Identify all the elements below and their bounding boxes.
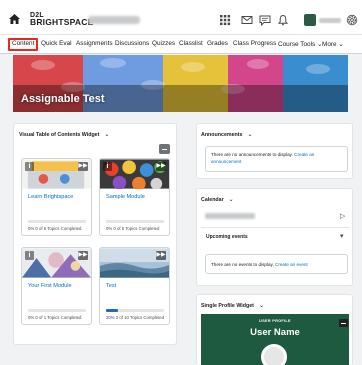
progress-bar (28, 309, 86, 312)
progress-text: 20% 2 of 10 Topics Completed (106, 315, 165, 320)
module-card-learn-brightspace[interactable]: i ▶▶ Learn Brightspace 0% 0 of 6 Topics … (21, 158, 92, 236)
profile-menu-button[interactable] (339, 319, 348, 327)
info-icon[interactable]: i (103, 162, 112, 171)
chevron-down-icon[interactable]: ⌄ (104, 131, 109, 138)
fast-forward-icon[interactable]: ▶▶ (156, 162, 166, 171)
profile-user-name: User Name (250, 327, 300, 338)
announcements-empty-text: There are no announcements to display. (211, 152, 293, 157)
home-icon[interactable] (9, 14, 20, 24)
profile-widget-title[interactable]: Single Profile Widget ⌄ (201, 302, 264, 309)
card-title[interactable]: Your First Module (28, 283, 72, 289)
calendar-title[interactable]: Calendar ⌄ (201, 196, 234, 203)
nav-discussions[interactable]: Discussions (115, 40, 149, 47)
grid-icon[interactable] (219, 14, 231, 26)
announcements-title[interactable]: Announcements ⌄ (201, 131, 253, 138)
logo-line-2: BRIGHTSPACE (30, 17, 94, 27)
profile-label: USER PROFILE (259, 319, 291, 323)
nav-course-tools[interactable]: Course Tools ⌄ (278, 40, 322, 48)
course-name-blurred[interactable] (88, 16, 140, 24)
chat-icon[interactable] (259, 14, 271, 26)
fast-forward-icon[interactable]: ▶▶ (78, 162, 88, 171)
upcoming-events-title[interactable]: Upcoming events (206, 234, 248, 240)
nav-quick-eval[interactable]: Quick Eval (41, 40, 72, 47)
progress-bar (28, 220, 86, 223)
announcements-message: There are no announcements to display. C… (211, 151, 342, 165)
card-title[interactable]: Sample Module (106, 194, 145, 200)
profile-widget: Single Profile Widget ⌄ USER PROFILE User… (196, 294, 353, 365)
course-nav-bar: Content Quick Eval Assignments Discussio… (0, 34, 362, 54)
progress-fill (106, 309, 118, 312)
brightspace-logo[interactable]: D2L BRIGHTSPACE (30, 12, 93, 26)
chevron-down-icon[interactable]: ⌄ (259, 302, 264, 309)
announcements-title-text: Announcements (201, 132, 243, 138)
nav-more[interactable]: More ⌄ (322, 40, 344, 48)
toc-widget: Visual Table of Contents Widget ⌄ i ▶▶ Le… (13, 123, 177, 345)
gear-icon[interactable] (346, 14, 358, 26)
progress-text: 0% 0 of 5 Topics Completed (106, 226, 160, 231)
toc-widget-title-text: Visual Table of Contents Widget (19, 132, 100, 138)
bell-icon[interactable] (277, 14, 289, 26)
chevron-down-icon[interactable]: ⌄ (248, 131, 253, 138)
chevron-right-icon[interactable]: ▷ (340, 212, 345, 220)
info-icon[interactable]: i (25, 251, 34, 260)
course-banner: Assignable Test (13, 55, 348, 112)
page-title: Assignable Test (21, 93, 105, 105)
calendar-widget: Calendar ⌄ ▷ Upcoming events ▾ There are … (196, 188, 353, 286)
minimize-widget-button[interactable] (159, 144, 170, 154)
profile-avatar (261, 344, 287, 365)
nav-classlist[interactable]: Classlist (179, 40, 203, 47)
username-blurred[interactable] (319, 18, 341, 23)
info-icon[interactable]: i (25, 162, 34, 171)
toc-widget-title[interactable]: Visual Table of Contents Widget ⌄ (19, 131, 109, 138)
progress-text: 0% 0 of 6 Topics Completed (28, 226, 82, 231)
progress-bar (106, 220, 164, 223)
divider (201, 227, 350, 228)
module-card-sample-module[interactable]: i ▶▶ Sample Module 0% 0 of 5 Topics Comp… (99, 158, 170, 236)
events-empty-text: There are no events to display. (211, 262, 274, 267)
active-tab-highlight (8, 38, 38, 51)
nav-assignments[interactable]: Assignments (76, 40, 113, 47)
profile-widget-title-text: Single Profile Widget (201, 303, 254, 309)
module-card-test[interactable]: ▶▶ Test 20% 2 of 10 Topics Completed (99, 247, 170, 325)
avatar[interactable] (304, 14, 316, 26)
card-title[interactable]: Learn Brightspace (28, 194, 73, 200)
nav-class-progress[interactable]: Class Progress (233, 40, 276, 47)
events-message-box: There are no events to display. Create a… (205, 254, 348, 274)
mail-icon[interactable] (241, 14, 253, 26)
announcements-widget: Announcements ⌄ There are no announcement… (196, 123, 353, 179)
fast-forward-icon[interactable]: ▶▶ (78, 251, 88, 260)
nav-grades[interactable]: Grades (207, 40, 228, 47)
nav-quizzes[interactable]: Quizzes (152, 40, 175, 47)
module-card-your-first-module[interactable]: i ▶▶ Your First Module 0% 0 of 1 Topics … (21, 247, 92, 325)
caret-down-icon[interactable]: ▾ (340, 232, 344, 240)
profile-card: USER PROFILE User Name (201, 314, 349, 365)
calendar-title-text: Calendar (201, 197, 224, 203)
chevron-down-icon[interactable]: ⌄ (229, 196, 234, 203)
calendar-date-blurred (205, 213, 255, 219)
progress-bar (106, 309, 164, 312)
progress-text: 0% 0 of 1 Topics Completed (28, 315, 82, 320)
fast-forward-icon[interactable]: ▶▶ (156, 251, 166, 260)
announcements-message-box: There are no announcements to display. C… (205, 146, 348, 172)
events-message: There are no events to display. Create a… (211, 261, 342, 268)
create-event-link[interactable]: Create an event (275, 262, 308, 267)
card-title[interactable]: Test (106, 283, 116, 289)
top-bar: D2L BRIGHTSPACE (0, 0, 362, 34)
